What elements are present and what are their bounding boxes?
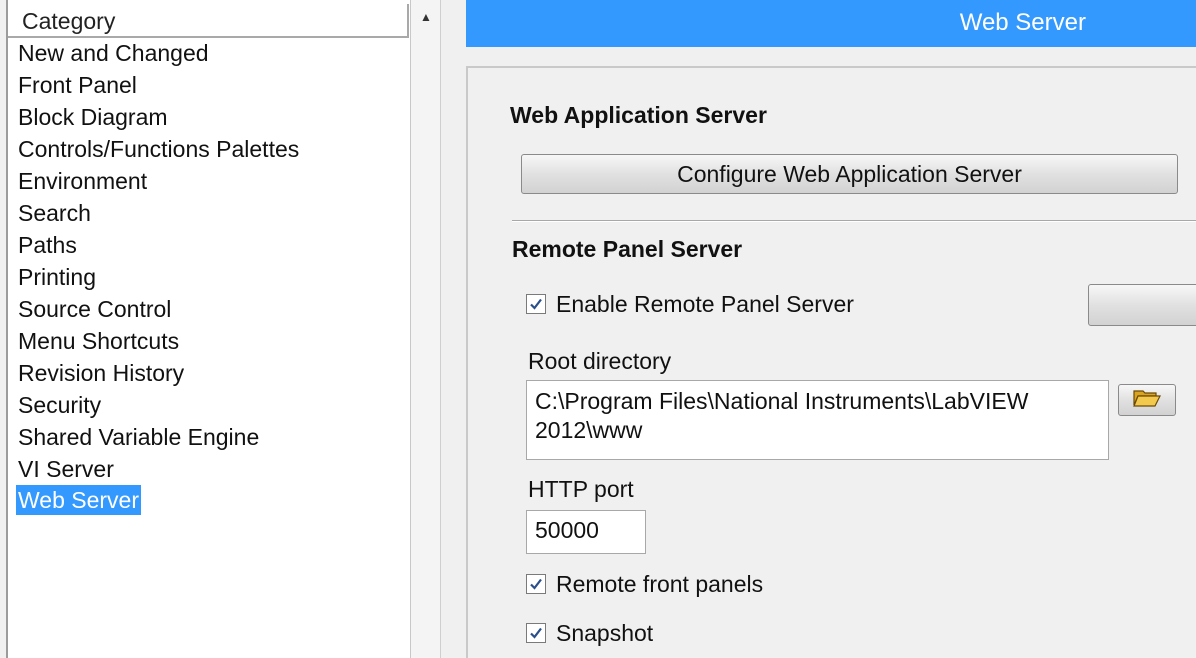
page-title-bar: Web Server [466,0,1196,47]
category-item-printing[interactable]: Printing [16,261,301,293]
page-title: Web Server [959,9,1086,36]
snapshot-label: Snapshot [556,619,654,646]
folder-open-icon [1132,387,1162,414]
category-item-controls-functions-palettes[interactable]: Controls/Functions Palettes [16,133,301,165]
web-application-server-heading: Web Application Server [510,102,767,128]
browse-folder-button[interactable] [1118,384,1176,416]
remote-front-panels-checkbox[interactable]: Remote front panels [526,570,763,598]
root-directory-label: Root directory [528,348,672,374]
root-directory-value-line1: C:\Program Files\National Instruments\La… [535,388,1029,414]
category-item-environment[interactable]: Environment [16,165,301,197]
enable-remote-panel-server-label: Enable Remote Panel Server [556,290,854,317]
http-port-label: HTTP port [528,476,634,502]
category-column-header[interactable]: Category [8,4,409,38]
http-port-field[interactable]: 50000 [526,510,646,554]
section-divider [512,220,1196,222]
remote-panel-server-heading: Remote Panel Server [512,236,743,262]
category-item-new-and-changed[interactable]: New and Changed [16,37,301,69]
category-item-menu-shortcuts[interactable]: Menu Shortcuts [16,325,301,357]
category-list-panel: Category New and Changed Front Panel Blo… [6,0,411,658]
category-item-web-server[interactable]: Web Server [16,485,142,515]
category-item-revision-history[interactable]: Revision History [16,357,301,389]
category-list: New and Changed Front Panel Block Diagra… [16,37,301,515]
category-item-paths[interactable]: Paths [16,229,301,261]
category-header-label: Category [22,8,116,34]
remote-front-panels-label: Remote front panels [556,570,764,597]
category-item-vi-server[interactable]: VI Server [16,453,301,485]
scroll-up-arrow-icon[interactable]: ▲ [419,10,433,24]
configure-web-application-server-button[interactable]: Configure Web Application Server [521,154,1178,194]
snapshot-checkbox[interactable]: Snapshot [526,619,653,647]
root-directory-field[interactable]: C:\Program Files\National Instruments\La… [526,380,1109,460]
checkbox-checked-icon [526,574,546,594]
remote-panel-side-button[interactable] [1088,284,1196,326]
category-item-front-panel[interactable]: Front Panel [16,69,301,101]
category-item-source-control[interactable]: Source Control [16,293,301,325]
category-item-search[interactable]: Search [16,197,301,229]
root-directory-value-line2: 2012\www [535,417,643,443]
category-item-selected-wrapper: Web Server [16,485,301,515]
category-scrollbar[interactable]: ▲ [411,0,441,658]
category-item-shared-variable-engine[interactable]: Shared Variable Engine [16,421,301,453]
checkbox-checked-icon [526,294,546,314]
checkbox-checked-icon [526,623,546,643]
category-item-security[interactable]: Security [16,389,301,421]
category-item-block-diagram[interactable]: Block Diagram [16,101,301,133]
enable-remote-panel-server-checkbox[interactable]: Enable Remote Panel Server [526,290,854,318]
web-server-settings: Web Application Server Configure Web App… [466,66,1196,658]
